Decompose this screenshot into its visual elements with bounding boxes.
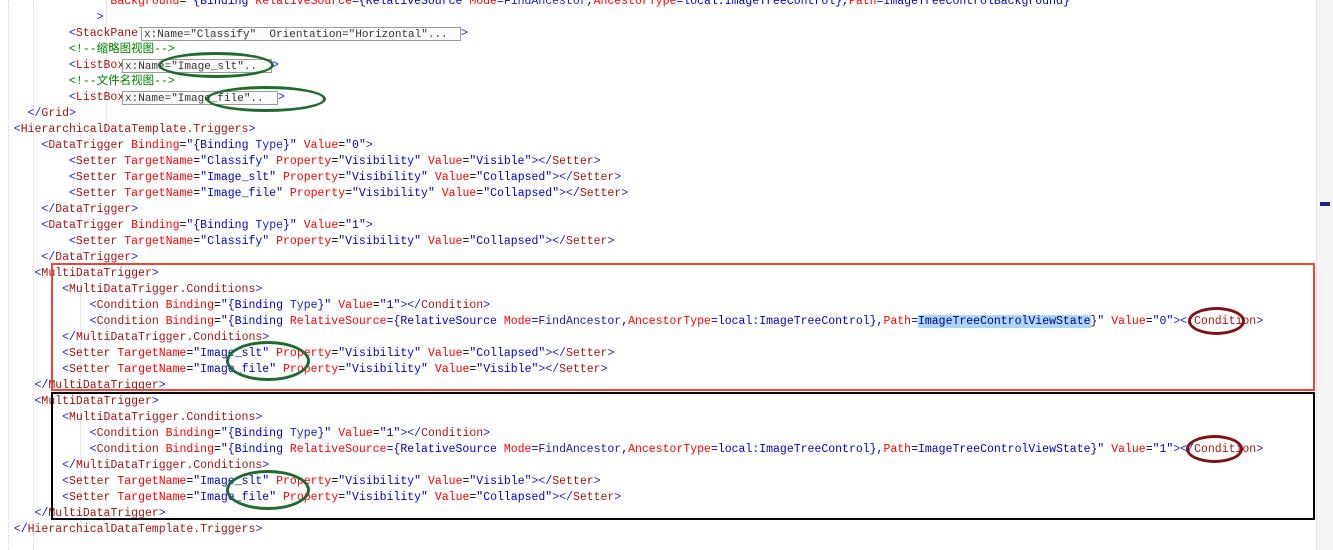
code-line: <!--缩略图视图-->	[69, 43, 175, 56]
code-line: </HierarchicalDataTemplate.Triggers>	[13, 523, 263, 536]
code-line: <DataTrigger Binding="{Binding Type}" Va…	[41, 139, 373, 152]
code-line: <ListBox	[69, 59, 125, 72]
code-line: <!--文件名视图-->	[69, 75, 175, 88]
code-editor-screenshot: Background="{Binding RelativeSource={Rel…	[0, 0, 1333, 550]
code-line: <Setter TargetName="Classify" Property="…	[69, 235, 615, 248]
code-line: Background="{Binding RelativeSource={Rel…	[110, 0, 1070, 8]
code-line: <ListBox	[69, 91, 125, 104]
ellipse-image-file-declaration	[206, 86, 326, 112]
code-line: <Setter TargetName="Image_slt" Property=…	[69, 171, 622, 184]
code-line: </Grid>	[27, 107, 76, 120]
ellipse-setters-second-multidatatrigger	[226, 470, 310, 510]
collapsed-attributes-stackpanel[interactable]: x:Name="Classify" Orientation="Horizonta…	[141, 27, 461, 41]
ellipse-viewstate-value-0	[1188, 307, 1245, 335]
code-line: >	[461, 27, 468, 40]
code-line: <DataTrigger Binding="{Binding Type}" Va…	[41, 219, 373, 232]
code-line: <StackPanel	[69, 27, 145, 40]
vertical-scrollbar[interactable]	[1316, 0, 1333, 550]
code-line: <HierarchicalDataTemplate.Triggers>	[13, 123, 256, 136]
ellipse-image-slt-declaration	[158, 52, 274, 78]
scrollbar-change-mark	[1320, 202, 1330, 206]
code-line: >	[96, 11, 104, 24]
ellipse-setters-first-multidatatrigger	[226, 341, 310, 381]
ellipse-viewstate-value-1	[1186, 435, 1243, 463]
code-line: </DataTrigger>	[41, 203, 139, 216]
code-line: <Setter TargetName="Classify" Property="…	[69, 155, 601, 168]
code-line: <Setter TargetName="Image_file" Property…	[69, 187, 629, 200]
